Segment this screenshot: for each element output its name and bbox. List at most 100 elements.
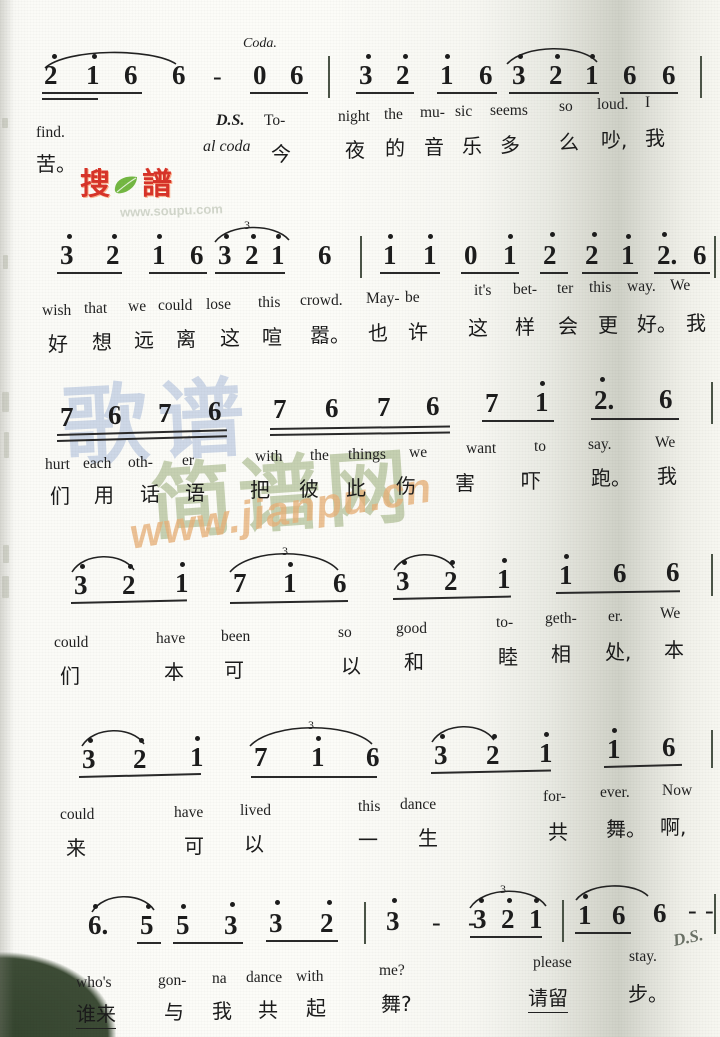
lyric-cn: 喧 [262, 325, 282, 349]
note: 1 [585, 60, 599, 90]
lyric-en: stay. [629, 948, 657, 965]
lyric-cn: 们 [60, 664, 80, 688]
lyric-cn: 我 [645, 126, 665, 150]
lyric-en: the [384, 106, 403, 123]
note: 6 [190, 240, 204, 270]
octave-dot-above [93, 904, 98, 909]
octave-dot-above [502, 558, 507, 563]
octave-dot-above [564, 554, 569, 559]
lyric-en: been [221, 628, 251, 645]
note: 1 [86, 60, 100, 90]
note: 2. [657, 240, 678, 270]
lyric-en: have [174, 804, 204, 821]
lyric-cn: 许 [408, 320, 428, 344]
scan-speckle [2, 576, 9, 598]
barline [562, 900, 564, 942]
lyric-cn: 会 [558, 314, 578, 338]
lyric-en: ever. [600, 784, 630, 801]
note: 6 [208, 396, 222, 426]
octave-dot-above [534, 898, 539, 903]
lyric-cn: 苦。 [36, 152, 76, 176]
lyric-en: want [466, 440, 497, 457]
lyric-cn: 睦 [498, 645, 518, 669]
barline [714, 894, 716, 934]
lyric-en: could [60, 806, 95, 823]
beam [269, 425, 450, 430]
note: 1 [497, 564, 511, 594]
lyric-en: sic [455, 103, 473, 120]
octave-dot-above [626, 234, 631, 239]
lyric-en: geth- [545, 610, 577, 627]
note: 3 [269, 908, 283, 938]
lyric-cn: 我 [686, 311, 706, 335]
note: 1 [271, 240, 285, 270]
beam [356, 92, 414, 94]
octave-dot-above [402, 560, 407, 565]
lyric-cn: 夜 [345, 138, 365, 162]
lyric-en: me? [379, 962, 405, 979]
note: 6 [659, 384, 673, 414]
hold-dash: - [705, 896, 714, 925]
lyric-cn: 话 [140, 482, 160, 506]
note: 6 [653, 898, 667, 928]
soupu-logo[interactable]: 搜 譜 [80, 170, 172, 200]
lyric-cn: 这 [220, 326, 240, 350]
lyric-en: say. [588, 436, 612, 453]
barline [711, 730, 713, 768]
octave-dot-above [366, 54, 371, 59]
lyric-en: so [559, 98, 573, 115]
logo-char-left: 搜 [80, 167, 110, 202]
slur [44, 51, 177, 69]
octave-dot-above [612, 728, 617, 733]
note: 3 [386, 906, 400, 936]
beam [654, 272, 710, 274]
octave-dot-above [276, 234, 281, 239]
beam [269, 431, 450, 436]
note: 7 [485, 388, 499, 418]
octave-dot-above [450, 560, 455, 565]
beam [392, 595, 511, 600]
beam [42, 92, 142, 94]
lyric-en: We [655, 434, 676, 451]
octave-dot-above [157, 234, 162, 239]
lyric-en: We [670, 277, 691, 294]
lyric-cn: 此 [346, 476, 366, 500]
beam [582, 272, 638, 274]
beam [603, 763, 682, 768]
note: 2 [320, 908, 334, 938]
beam [149, 272, 207, 274]
note: 5 [176, 910, 190, 940]
lyric-cn: 以 [244, 832, 264, 856]
triplet-number: 3 [500, 882, 506, 896]
octave-dot-above [88, 738, 93, 743]
lyric-cn: 本 [164, 660, 184, 684]
beam [380, 272, 440, 274]
octave-dot-above [92, 54, 97, 59]
lyric-en: with [255, 448, 283, 465]
note: 1 [283, 568, 297, 598]
lyric-en: mu- [420, 104, 445, 121]
beam [70, 599, 187, 604]
octave-dot-above [139, 738, 144, 743]
note: 6 [325, 393, 339, 423]
triplet-number: 3 [308, 718, 314, 732]
octave-dot-above [440, 734, 445, 739]
octave-dot-above [518, 54, 523, 59]
lyric-en: this [589, 279, 612, 296]
triplet-number: 3 [244, 218, 250, 232]
note: 2. [594, 385, 615, 415]
note: 1 [175, 568, 189, 598]
lyric-cn: 本 [664, 638, 684, 662]
lyric-en: for- [543, 788, 566, 805]
lyric-en: could [54, 634, 89, 651]
lyric-cn: 更 [598, 313, 618, 337]
lyric-cn: 音 [424, 135, 444, 159]
lyric-cn: 好 [48, 332, 68, 356]
note: 6 [426, 391, 440, 421]
lyric-cn: 请留 [528, 982, 568, 1013]
watermark-url-faint: www.soupu.com [119, 201, 224, 220]
hold-dash: - [213, 62, 222, 91]
lyric-cn: 远 [134, 328, 154, 352]
slur [575, 885, 649, 901]
lyric-en: to [534, 438, 547, 455]
